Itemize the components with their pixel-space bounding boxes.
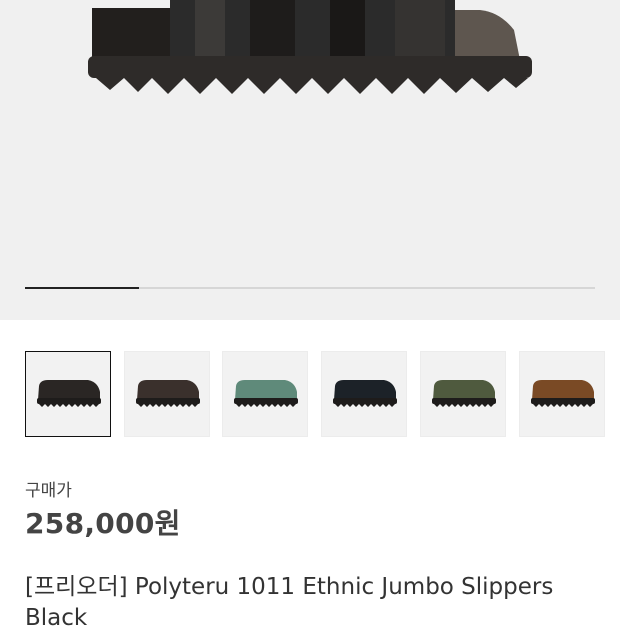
thumbnail-slipper-image (135, 380, 200, 407)
strap-band (250, 0, 295, 60)
product-main-image[interactable] (0, 0, 620, 320)
thumbnail-strip (25, 351, 605, 438)
thumbnail-slipper-image (333, 380, 398, 407)
thumbnail-olive[interactable] (419, 351, 506, 437)
thumbnail-navy-black[interactable] (321, 351, 408, 437)
strap-band (395, 0, 445, 58)
thumbnail-slipper-image (530, 380, 595, 407)
gallery-progress-indicator (25, 287, 139, 289)
strap-band (330, 0, 365, 58)
product-price: 258,000원 (25, 507, 181, 540)
product-title: [프리오더] Polyteru 1011 Ethnic Jumbo Slippe… (25, 574, 554, 631)
thumbnail-black[interactable] (25, 351, 111, 437)
thumbnail-slipper-image (234, 380, 299, 407)
product-image-gallery[interactable] (0, 0, 620, 320)
thumbnail-camel-brown[interactable] (518, 351, 605, 437)
thumbnail-dark-brown[interactable] (123, 351, 210, 437)
thumbnail-slipper-image (431, 380, 496, 407)
thumbnail-slipper-image (37, 380, 101, 407)
price-label: 구매가 (25, 481, 72, 501)
thumbnail-sage-green[interactable] (222, 351, 309, 437)
slipper-sole (88, 56, 532, 78)
gallery-progress-bar (25, 287, 595, 289)
slipper-tread (96, 78, 528, 94)
strap-band (195, 0, 225, 58)
